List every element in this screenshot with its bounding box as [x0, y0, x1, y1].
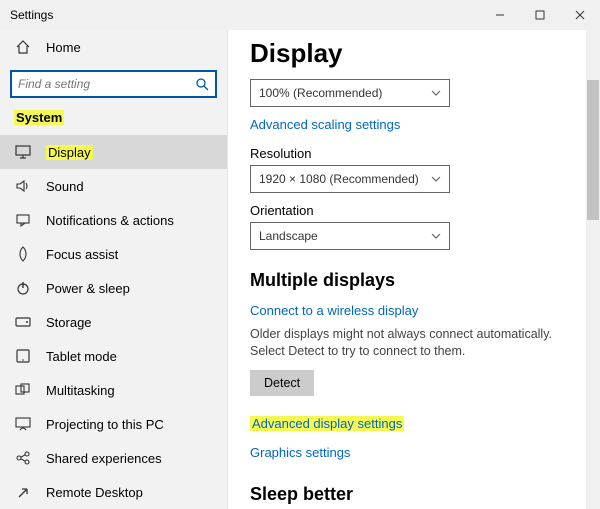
- maximize-icon: [535, 10, 545, 20]
- window-controls: [480, 0, 600, 30]
- resolution-combobox[interactable]: 1920 × 1080 (Recommended): [250, 165, 450, 193]
- graphics-settings-link[interactable]: Graphics settings: [250, 445, 350, 460]
- sidebar-item-power-sleep[interactable]: Power & sleep: [0, 271, 227, 305]
- sidebar-item-label: Storage: [46, 315, 92, 330]
- sidebar: Home System Display Sound: [0, 30, 228, 509]
- sidebar-item-label: Notifications & actions: [46, 213, 174, 228]
- scale-combobox[interactable]: 100% (Recommended): [250, 79, 450, 107]
- remote-desktop-icon: [14, 485, 32, 499]
- window-title: Settings: [10, 8, 480, 22]
- resolution-value: 1920 × 1080 (Recommended): [259, 172, 419, 186]
- resolution-label: Resolution: [250, 146, 578, 161]
- sidebar-item-label: Display: [46, 145, 93, 160]
- connect-wireless-display-link[interactable]: Connect to a wireless display: [250, 303, 418, 318]
- sidebar-item-label: Multitasking: [46, 383, 115, 398]
- sidebar-item-multitasking[interactable]: Multitasking: [0, 373, 227, 407]
- chevron-down-icon: [431, 233, 441, 239]
- sidebar-item-storage[interactable]: Storage: [0, 305, 227, 339]
- advanced-display-settings-link[interactable]: Advanced display settings: [250, 416, 404, 431]
- minimize-icon: [495, 10, 505, 20]
- sidebar-item-shared-experiences[interactable]: Shared experiences: [0, 441, 227, 475]
- orientation-combobox[interactable]: Landscape: [250, 222, 450, 250]
- power-icon: [14, 280, 32, 296]
- display-icon: [14, 145, 32, 159]
- search-input[interactable]: [10, 70, 217, 98]
- advanced-scaling-link[interactable]: Advanced scaling settings: [250, 117, 400, 132]
- home-nav[interactable]: Home: [0, 30, 227, 64]
- minimize-button[interactable]: [480, 0, 520, 30]
- multitasking-icon: [14, 383, 32, 397]
- sidebar-section-heading: System: [0, 108, 227, 135]
- sound-icon: [14, 179, 32, 193]
- search-field[interactable]: [18, 77, 196, 91]
- home-label: Home: [46, 40, 81, 55]
- detect-button[interactable]: Detect: [250, 370, 314, 396]
- scrollbar-thumb[interactable]: [587, 80, 599, 220]
- orientation-label: Orientation: [250, 203, 578, 218]
- projecting-icon: [14, 417, 32, 431]
- content-panel: Display 100% (Recommended) Advanced scal…: [228, 30, 600, 509]
- sidebar-item-label: Power & sleep: [46, 281, 130, 296]
- titlebar: Settings: [0, 0, 600, 30]
- sidebar-item-projecting[interactable]: Projecting to this PC: [0, 407, 227, 441]
- maximize-button[interactable]: [520, 0, 560, 30]
- sidebar-item-notifications[interactable]: Notifications & actions: [0, 203, 227, 237]
- sidebar-item-label: Tablet mode: [46, 349, 117, 364]
- chevron-down-icon: [431, 90, 441, 96]
- sidebar-item-label: Remote Desktop: [46, 485, 143, 500]
- close-icon: [575, 10, 585, 20]
- shared-icon: [14, 451, 32, 465]
- multi-display-text: Older displays might not always connect …: [250, 326, 578, 360]
- sidebar-item-remote-desktop[interactable]: Remote Desktop: [0, 475, 227, 509]
- multiple-displays-heading: Multiple displays: [250, 270, 578, 291]
- focus-assist-icon: [14, 246, 32, 262]
- storage-icon: [14, 317, 32, 327]
- sidebar-item-tablet-mode[interactable]: Tablet mode: [0, 339, 227, 373]
- home-icon: [14, 39, 32, 55]
- chevron-down-icon: [431, 176, 441, 182]
- sidebar-item-sound[interactable]: Sound: [0, 169, 227, 203]
- sidebar-item-display[interactable]: Display: [0, 135, 227, 169]
- close-button[interactable]: [560, 0, 600, 30]
- search-icon: [196, 78, 209, 91]
- tablet-icon: [14, 349, 32, 363]
- sidebar-item-focus-assist[interactable]: Focus assist: [0, 237, 227, 271]
- vertical-scrollbar[interactable]: [586, 30, 600, 509]
- sidebar-item-label: Focus assist: [46, 247, 118, 262]
- sleep-better-heading: Sleep better: [250, 484, 578, 505]
- sidebar-item-label: Shared experiences: [46, 451, 162, 466]
- orientation-value: Landscape: [259, 229, 318, 243]
- notifications-icon: [14, 213, 32, 227]
- scale-value: 100% (Recommended): [259, 86, 382, 100]
- sidebar-item-label: Projecting to this PC: [46, 417, 164, 432]
- page-title: Display: [250, 38, 578, 69]
- sidebar-item-label: Sound: [46, 179, 84, 194]
